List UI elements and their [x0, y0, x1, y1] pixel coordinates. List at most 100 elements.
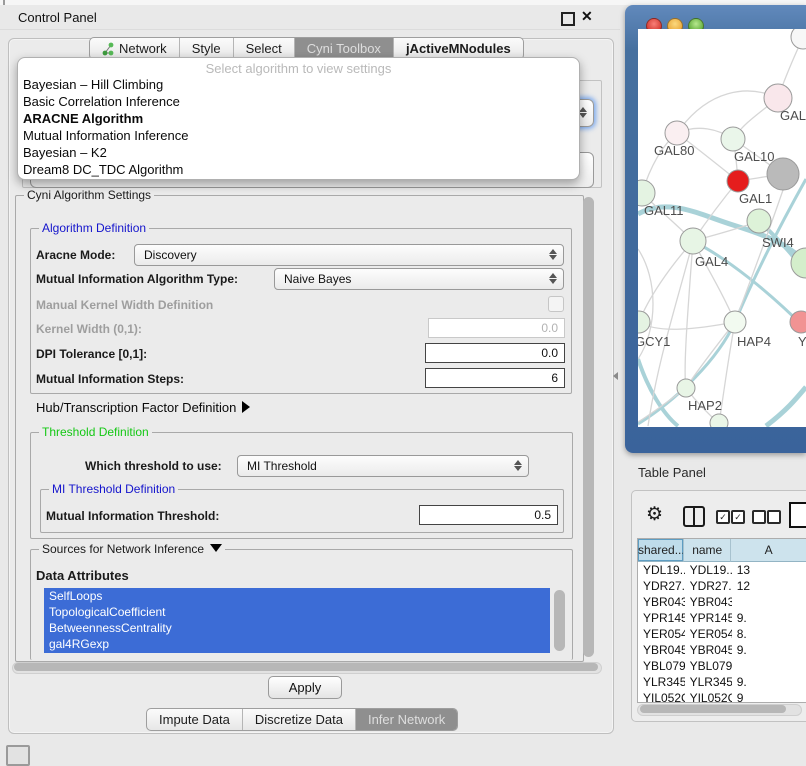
- algorithm-option-dream8-dc-tdc-algorithm[interactable]: Dream8 DC_TDC Algorithm: [18, 161, 579, 178]
- float-panel-icon[interactable]: [561, 12, 575, 26]
- tab-label: jActiveMNodules: [406, 41, 511, 56]
- table-row[interactable]: YIL052CYIL052C9: [638, 690, 806, 703]
- table-cell: YBR043C: [638, 594, 685, 610]
- network-node[interactable]: [710, 414, 728, 427]
- attribute-item-betweennesscentrality[interactable]: BetweennessCentrality: [44, 620, 550, 636]
- dpi-tolerance-field[interactable]: [425, 343, 565, 363]
- table-cell: [732, 658, 806, 674]
- table-row[interactable]: YPR145WYPR145W9.: [638, 610, 806, 626]
- select-all-checkbox-icon[interactable]: ✓: [716, 510, 730, 524]
- tab-infer-network[interactable]: Infer Network: [356, 709, 457, 730]
- mi-threshold-field[interactable]: [419, 505, 558, 525]
- tab-jactivemnodules[interactable]: jActiveMNodules: [394, 38, 523, 59]
- tab-style[interactable]: Style: [180, 38, 234, 59]
- column-header-shared-[interactable]: shared...: [638, 539, 684, 562]
- table-cell: YBR043C: [685, 594, 732, 610]
- column-header-a[interactable]: A: [731, 539, 806, 562]
- mi-steps-label: Mutual Information Steps:: [36, 372, 184, 386]
- aracne-mode-combobox[interactable]: Discovery: [134, 244, 564, 266]
- network-node-gcy1[interactable]: [638, 311, 650, 333]
- deselect-all-checkbox-icon[interactable]: [752, 510, 766, 524]
- network-edge[interactable]: [766, 387, 806, 426]
- minimized-panel-icon[interactable]: [6, 745, 30, 766]
- gear-icon[interactable]: ⚙: [646, 503, 663, 526]
- table-row[interactable]: YBR045CYBR045C9.: [638, 642, 806, 658]
- close-panel-icon[interactable]: ✕: [581, 8, 593, 25]
- deselect-all-checkbox-icon[interactable]: [767, 510, 781, 524]
- network-node-gal80[interactable]: [665, 121, 689, 145]
- apply-button[interactable]: Apply: [268, 676, 342, 699]
- hub-definition-toggle[interactable]: Hub/Transcription Factor Definition: [36, 400, 250, 415]
- table-row[interactable]: YDL19...YDL19...13: [638, 562, 806, 578]
- mi-steps-field[interactable]: [425, 368, 565, 388]
- table-cell: 9.: [732, 674, 806, 690]
- algorithm-option-basic-correlation-inference[interactable]: Basic Correlation Inference: [18, 93, 579, 110]
- threshold-definition-title: Threshold Definition: [39, 425, 152, 439]
- network-edge[interactable]: [686, 322, 735, 388]
- attribute-item-selfloops[interactable]: SelfLoops: [44, 588, 550, 604]
- network-node[interactable]: [767, 158, 799, 190]
- sources-toggle[interactable]: Sources for Network Inference: [39, 542, 225, 556]
- file-icon[interactable]: [789, 502, 806, 528]
- network-edge[interactable]: [638, 359, 678, 426]
- network-node[interactable]: [791, 29, 806, 49]
- manual-kernel-checkbox[interactable]: [548, 296, 564, 312]
- combo-stepper-icon: [549, 272, 558, 285]
- hub-definition-label: Hub/Transcription Factor Definition: [36, 400, 236, 415]
- network-canvas[interactable]: GALGAL80GAL10GAL1GAL11SWI4GAL4GCY1HAP4YH…: [638, 29, 806, 427]
- tab-cyni-toolbox[interactable]: Cyni Toolbox: [295, 38, 394, 59]
- mi-type-combobox[interactable]: Naive Bayes: [274, 268, 564, 290]
- attribute-item-topologicalcoefficient[interactable]: TopologicalCoefficient: [44, 604, 550, 620]
- table-cell: 9: [732, 690, 806, 703]
- table-row[interactable]: YBR043CYBR043C: [638, 594, 806, 610]
- network-icon: [102, 42, 115, 56]
- mi-type-label: Mutual Information Algorithm Type:: [36, 272, 238, 286]
- column-layout-icon[interactable]: [683, 506, 705, 527]
- splitter-collapse-arrow[interactable]: [613, 372, 618, 380]
- network-edge[interactable]: [685, 241, 693, 388]
- tab-impute-data[interactable]: Impute Data: [147, 709, 243, 730]
- algorithm-option-bayesian-hill-climbing[interactable]: Bayesian – Hill Climbing: [18, 76, 579, 93]
- column-header-name[interactable]: name: [684, 539, 731, 562]
- network-node-hap4[interactable]: [724, 311, 746, 333]
- network-edge[interactable]: [639, 241, 693, 322]
- node-label: SWI4: [762, 235, 794, 250]
- node-label: HAP2: [688, 398, 722, 413]
- node-label: GAL11: [644, 203, 684, 218]
- network-node-gal1[interactable]: [727, 170, 749, 192]
- table-hscroll-thumb[interactable]: [640, 705, 786, 713]
- table-cell: YIL052C: [685, 690, 732, 703]
- attribute-item-gal4rgexp[interactable]: gal4RGexp: [44, 636, 550, 652]
- settings-vertical-scrollbar[interactable]: [583, 197, 594, 657]
- algorithm-definition-title: Algorithm Definition: [39, 221, 149, 235]
- network-edge[interactable]: [677, 91, 778, 133]
- algorithm-option-bayesian-k2[interactable]: Bayesian – K2: [18, 144, 579, 161]
- attributes-scrollbar[interactable]: [554, 590, 565, 651]
- table-cell: YLR345W: [685, 674, 732, 690]
- network-node-swi4[interactable]: [747, 209, 771, 233]
- table-row[interactable]: YER054CYER054C8.: [638, 626, 806, 642]
- table-row[interactable]: YDR27...YDR27...12: [638, 578, 806, 594]
- tab-label: Cyni Toolbox: [307, 41, 381, 56]
- settings-hscroll-thumb[interactable]: [14, 663, 598, 671]
- algorithm-dropdown-popup: Select algorithm to view settings Bayesi…: [17, 57, 580, 180]
- algorithm-option-aracne-algorithm[interactable]: ARACNE Algorithm: [18, 110, 579, 127]
- table-cell: 9.: [732, 642, 806, 658]
- tab-select[interactable]: Select: [234, 38, 295, 59]
- data-attributes-list[interactable]: SelfLoopsTopologicalCoefficientBetweenne…: [44, 588, 550, 653]
- tab-network[interactable]: Network: [90, 38, 180, 59]
- network-node-gal4[interactable]: [680, 228, 706, 254]
- algorithm-popup-hint: Select algorithm to view settings: [18, 61, 579, 76]
- bottom-tab-bar: Impute DataDiscretize DataInfer Network: [146, 708, 458, 731]
- network-node-gal10[interactable]: [721, 127, 745, 151]
- kernel-width-field[interactable]: [428, 318, 565, 338]
- node-label: GAL10: [734, 149, 774, 164]
- table-row[interactable]: YLR345WYLR345W9.: [638, 674, 806, 690]
- algorithm-option-mutual-information-inference[interactable]: Mutual Information Inference: [18, 127, 579, 144]
- network-node-hap2[interactable]: [677, 379, 695, 397]
- table-row[interactable]: YBL079WYBL079W: [638, 658, 806, 674]
- node-label: GAL1: [739, 191, 772, 206]
- which-threshold-combobox[interactable]: MI Threshold: [237, 455, 529, 477]
- select-all-checkbox-icon[interactable]: ✓: [731, 510, 745, 524]
- tab-discretize-data[interactable]: Discretize Data: [243, 709, 356, 730]
